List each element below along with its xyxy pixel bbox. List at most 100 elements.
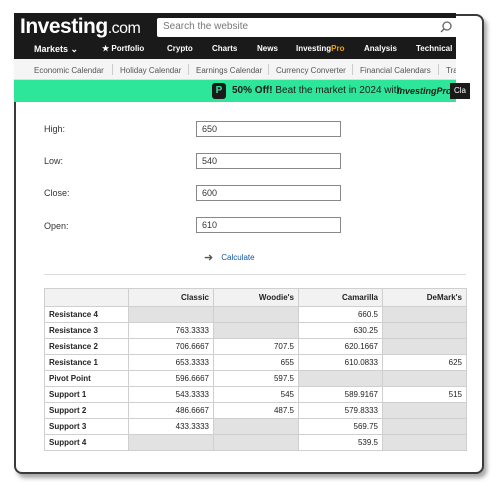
arrow-right-icon: ➜	[204, 252, 214, 264]
nav-investingpro-a: Investing	[296, 44, 332, 53]
subnav-divider	[352, 64, 353, 75]
calculate-button[interactable]: ➜ Calculate	[204, 251, 255, 264]
table-row: Support 2 486.6667 487.5 579.8333	[44, 402, 467, 419]
table-row: Support 4 539.5	[44, 434, 467, 451]
subnav-financial-calendars[interactable]: Financial Calendars	[360, 66, 431, 75]
calculate-label: Calculate	[221, 253, 255, 262]
cell-classic: 596.6667	[128, 370, 214, 387]
sub-nav: Economic Calendar Holiday Calendar Earni…	[14, 59, 456, 80]
cell-camarilla: 539.5	[298, 434, 383, 451]
promo-text: 50% Off! Beat the market in 2024 with	[232, 85, 402, 96]
close-input[interactable]	[196, 185, 341, 201]
promo-brand: InvestingPro	[397, 86, 452, 96]
open-label: Open:	[44, 221, 69, 231]
nav-investingpro-b: Pro	[331, 44, 345, 53]
main-nav: Markets ⌄ ★ Portfolio Crypto Charts News…	[14, 39, 456, 59]
cell-classic: 653.3333	[128, 354, 214, 371]
search-icon[interactable]	[439, 20, 453, 34]
nav-news[interactable]: News	[257, 44, 278, 53]
cell-classic: 486.6667	[128, 402, 214, 419]
cell-classic	[128, 306, 214, 323]
cell-woodie: 545	[213, 386, 299, 403]
cell-camarilla	[298, 370, 383, 387]
row-label: Resistance 3	[44, 322, 129, 339]
search-placeholder: Search the website	[163, 21, 249, 32]
subnav-earnings-calendar[interactable]: Earnings Calendar	[196, 66, 262, 75]
high-input[interactable]	[196, 121, 341, 137]
logo-suffix: .com	[107, 20, 141, 37]
cell-classic: 706.6667	[128, 338, 214, 355]
search-input[interactable]: Search the website	[157, 18, 458, 37]
promo-banner[interactable]: P 50% Off! Beat the market in 2024 with …	[14, 80, 470, 102]
row-label: Resistance 4	[44, 306, 129, 323]
nav-portfolio[interactable]: ★ Portfolio	[102, 44, 144, 53]
cell-classic: 763.3333	[128, 322, 214, 339]
table-row: Support 3 433.3333 569.75	[44, 418, 467, 435]
table-row: Resistance 1 653.3333 655 610.0833 625	[44, 354, 467, 371]
subnav-economic-calendar[interactable]: Economic Calendar	[34, 66, 104, 75]
nav-crypto[interactable]: Crypto	[167, 44, 193, 53]
cell-camarilla: 579.8333	[298, 402, 383, 419]
row-label: Support 1	[44, 386, 129, 403]
cell-camarilla: 660.5	[298, 306, 383, 323]
high-label: High:	[44, 124, 66, 134]
cell-woodie	[213, 418, 299, 435]
cell-woodie	[213, 434, 299, 451]
cell-camarilla: 620.1667	[298, 338, 383, 355]
subnav-divider	[268, 64, 269, 75]
table-header-row: Classic Woodie's Camarilla DeMark's	[44, 288, 467, 307]
table-row: Resistance 3 763.3333 630.25	[44, 322, 467, 339]
row-label: Pivot Point	[44, 370, 129, 387]
col-header-camarilla: Camarilla	[298, 288, 383, 307]
cell-demark: 515	[382, 386, 467, 403]
cell-woodie	[213, 322, 299, 339]
close-label: Close:	[44, 188, 70, 198]
cell-camarilla: 630.25	[298, 322, 383, 339]
cell-woodie: 707.5	[213, 338, 299, 355]
cell-demark	[382, 322, 467, 339]
nav-charts[interactable]: Charts	[212, 44, 237, 53]
nav-investingpro[interactable]: InvestingPro	[296, 44, 344, 53]
pivot-points-table: Classic Woodie's Camarilla DeMark's Resi…	[44, 288, 467, 451]
row-label: Support 2	[44, 402, 129, 419]
open-input[interactable]	[196, 217, 341, 233]
site-logo[interactable]: Investing.com	[20, 15, 141, 39]
table-row: Resistance 2 706.6667 707.5 620.1667	[44, 338, 467, 355]
table-row: Pivot Point 596.6667 597.5	[44, 370, 467, 387]
nav-analysis[interactable]: Analysis	[364, 44, 397, 53]
nav-markets[interactable]: Markets ⌄	[34, 44, 78, 55]
cell-classic: 433.3333	[128, 418, 214, 435]
cell-demark	[382, 402, 467, 419]
logo-text: Investing	[20, 15, 108, 38]
row-label: Support 4	[44, 434, 129, 451]
low-input[interactable]	[196, 153, 341, 169]
promo-cta-button[interactable]: Cla	[450, 83, 470, 99]
promo-copy: Beat the market in 2024 with	[272, 85, 403, 96]
cell-woodie: 487.5	[213, 402, 299, 419]
table-row: Resistance 4 660.5	[44, 306, 467, 323]
cell-classic	[128, 434, 214, 451]
cell-woodie	[213, 306, 299, 323]
col-header-demarks: DeMark's	[382, 288, 467, 307]
cell-demark	[382, 418, 467, 435]
subnav-currency-converter[interactable]: Currency Converter	[276, 66, 346, 75]
subnav-divider	[112, 64, 113, 75]
subnav-trading[interactable]: Tradin	[446, 66, 456, 75]
subnav-holiday-calendar[interactable]: Holiday Calendar	[120, 66, 181, 75]
col-header-classic: Classic	[128, 288, 214, 307]
divider	[44, 274, 466, 275]
cell-camarilla: 589.9167	[298, 386, 383, 403]
promo-offer: 50% Off!	[232, 85, 273, 96]
pro-badge-icon: P	[212, 83, 226, 99]
subnav-divider	[188, 64, 189, 75]
row-label: Resistance 1	[44, 354, 129, 371]
cell-demark	[382, 370, 467, 387]
low-label: Low:	[44, 156, 64, 166]
cell-demark: 625	[382, 354, 467, 371]
row-label: Support 3	[44, 418, 129, 435]
cell-demark	[382, 434, 467, 451]
cell-camarilla: 569.75	[298, 418, 383, 435]
row-label: Resistance 2	[44, 338, 129, 355]
cell-woodie: 655	[213, 354, 299, 371]
nav-technical[interactable]: Technical	[416, 44, 452, 53]
